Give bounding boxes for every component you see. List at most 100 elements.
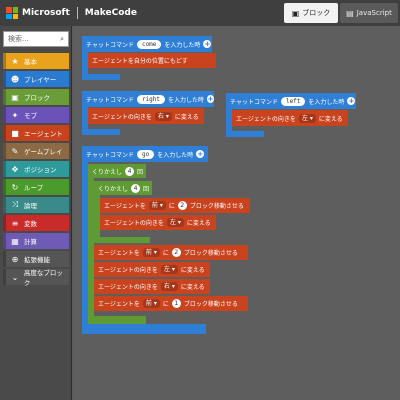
plus-circle-icon: ⊕ (11, 254, 19, 264)
direction-dropdown[interactable]: 左 ▾ (160, 265, 178, 274)
agent-turn-block[interactable]: エージェントの向きを 左 ▾ に変える (100, 215, 216, 230)
turn-label: エージェントの向きを (104, 220, 164, 227)
repeat-count-input[interactable]: 4 (131, 183, 141, 193)
repeat-block-outer[interactable]: くりかえし 4 回 (88, 164, 146, 178)
event-bottom-bar (226, 131, 264, 137)
puzzle-icon: ▣ (291, 8, 300, 18)
turn-suffix-label: に変える (174, 113, 199, 121)
repeat-label: くりかえし (92, 168, 123, 176)
category-label: 基本 (24, 58, 37, 66)
add-parameter-icon[interactable]: + (347, 97, 356, 105)
direction-dropdown[interactable]: 左 ▾ (298, 113, 316, 123)
move-count-input[interactable]: 2 (177, 201, 187, 210)
agent-turn-block[interactable]: エージェントの向きを 右 ▾ に変える (94, 279, 210, 294)
category-label: プレイヤー (24, 76, 57, 84)
move-count-input[interactable]: 2 (171, 248, 181, 257)
agent-turn-block[interactable]: エージェントの向きを 左 ▾ に変える (94, 262, 210, 277)
turn-suffix-label: に変える (318, 115, 343, 123)
category-label: 計算 (24, 238, 37, 246)
category-logic[interactable]: ⤨ 論理 (3, 197, 69, 213)
direction-dropdown[interactable]: 前 ▾ (142, 248, 160, 257)
add-parameter-icon[interactable]: + (207, 95, 214, 103)
direction-dropdown[interactable]: 前 ▾ (148, 201, 166, 210)
category-advanced[interactable]: ⌄ 高度なブロック (3, 269, 69, 287)
move-mid-label: に (162, 301, 169, 308)
direction-dropdown[interactable]: 左 ▾ (166, 218, 184, 227)
add-parameter-icon[interactable]: + (203, 40, 212, 48)
code-icon: ▤ (346, 8, 354, 18)
command-input-left[interactable]: left (280, 96, 306, 106)
move-mid-label: に (168, 203, 175, 210)
repeat-label: くりかえし (98, 185, 129, 193)
category-agent[interactable]: ■ エージェント (3, 125, 69, 141)
repeat-count-input[interactable]: 4 (125, 166, 135, 176)
category-blocks[interactable]: ▣ ブロック (3, 89, 69, 105)
chat-command-label: チャットコマンド (86, 151, 134, 159)
tab-javascript-label: JavaScript (356, 9, 392, 17)
chat-suffix-label: を入力した時 (308, 98, 345, 106)
mob-icon: ✦ (11, 110, 19, 120)
command-input-come[interactable]: come (136, 39, 162, 49)
chat-suffix-label: を入力した時 (164, 41, 201, 49)
category-label: 拡張機能 (24, 256, 50, 264)
category-basic[interactable]: ★ 基本 (3, 53, 69, 69)
event-bottom-bar (82, 324, 206, 334)
brand[interactable]: Microsoft MakeCode (6, 6, 137, 20)
move-count-input[interactable]: 1 (171, 299, 181, 308)
category-player[interactable]: ☻ プレイヤー (3, 71, 69, 87)
category-mobs[interactable]: ✦ モブ (3, 107, 69, 123)
repeat-suffix-label: 回 (137, 168, 144, 176)
star-icon: ★ (11, 56, 19, 66)
direction-dropdown[interactable]: 前 ▾ (142, 299, 160, 308)
move-suffix-label: ブロック移動させる (183, 301, 238, 308)
search-input[interactable]: 検索... ⌕ (3, 31, 69, 47)
direction-dropdown[interactable]: 右 ▾ (160, 282, 178, 291)
category-position[interactable]: ✥ ポジション (3, 161, 69, 177)
on-chat-command-go[interactable]: チャットコマンド go を入力した時 + (82, 146, 208, 162)
category-loops[interactable]: ↻ ループ (3, 179, 69, 195)
tab-blocks-label: ブロック (302, 9, 331, 17)
category-math[interactable]: ▦ 計算 (3, 233, 69, 249)
agent-move-block[interactable]: エージェントを 前 ▾ に 2 ブロック移動させる (100, 198, 250, 213)
teleport-label: エージェントを自分の位置にもどす (92, 58, 188, 65)
on-chat-command-right[interactable]: チャットコマンド right を入力した時 + (82, 91, 214, 107)
tab-javascript[interactable]: ▤ JavaScript (340, 3, 398, 23)
chevron-down-icon: ⌄ (11, 272, 19, 282)
on-chat-command-left[interactable]: チャットコマンド left を入力した時 + (226, 93, 356, 109)
category-label: ループ (24, 184, 44, 192)
chat-suffix-label: を入力した時 (157, 151, 194, 159)
direction-dropdown[interactable]: 右 ▾ (154, 111, 172, 121)
turn-suffix-label: に変える (186, 220, 211, 227)
search-icon[interactable]: ⌕ (60, 35, 64, 44)
category-label: 高度なブロック (23, 269, 63, 287)
chat-suffix-label: を入力した時 (168, 96, 205, 104)
category-extensions[interactable]: ⊕ 拡張機能 (3, 251, 69, 267)
tab-blocks[interactable]: ▣ ブロック (284, 3, 338, 23)
blocks-workspace[interactable]: チャットコマンド come を入力した時 + エージェントを自分の位置にもどす … (73, 26, 400, 400)
repeat-block-inner[interactable]: くりかえし 4 回 (94, 181, 152, 195)
agent-teleport-block[interactable]: エージェントを自分の位置にもどす (88, 53, 216, 68)
category-variables[interactable]: ≡ 変数 (3, 215, 69, 231)
agent-turn-left-block[interactable]: エージェントの向きを 左 ▾ に変える (232, 110, 348, 126)
add-parameter-icon[interactable]: + (196, 150, 205, 158)
command-input-go[interactable]: go (136, 149, 155, 159)
chat-command-label: チャットコマンド (86, 96, 134, 104)
brand-divider (76, 7, 78, 19)
loop-icon: ↻ (11, 182, 19, 192)
move-label: エージェントを (98, 301, 140, 308)
agent-move-block[interactable]: エージェントを 前 ▾ に 1 ブロック移動させる (94, 296, 248, 311)
turn-label: エージェントの向きを (98, 267, 158, 274)
agent-move-block[interactable]: エージェントを 前 ▾ に 2 ブロック移動させる (94, 245, 248, 260)
on-chat-command-come[interactable]: チャットコマンド come を入力した時 + (82, 36, 212, 52)
move-suffix-label: ブロック移動させる (183, 250, 238, 257)
move-mid-label: に (162, 250, 169, 257)
command-input-right[interactable]: right (136, 94, 166, 104)
wrench-icon: ✎ (11, 146, 19, 156)
agent-turn-right-block[interactable]: エージェントの向きを 右 ▾ に変える (88, 108, 204, 124)
chat-command-label: チャットコマンド (86, 41, 134, 49)
turn-label: エージェントの向きを (92, 113, 152, 121)
microsoft-logo-icon (6, 7, 18, 19)
event-bottom-bar (82, 74, 120, 80)
repeat-outer-bottom-bar (88, 316, 146, 324)
category-gameplay[interactable]: ✎ ゲームプレイ (3, 143, 69, 159)
